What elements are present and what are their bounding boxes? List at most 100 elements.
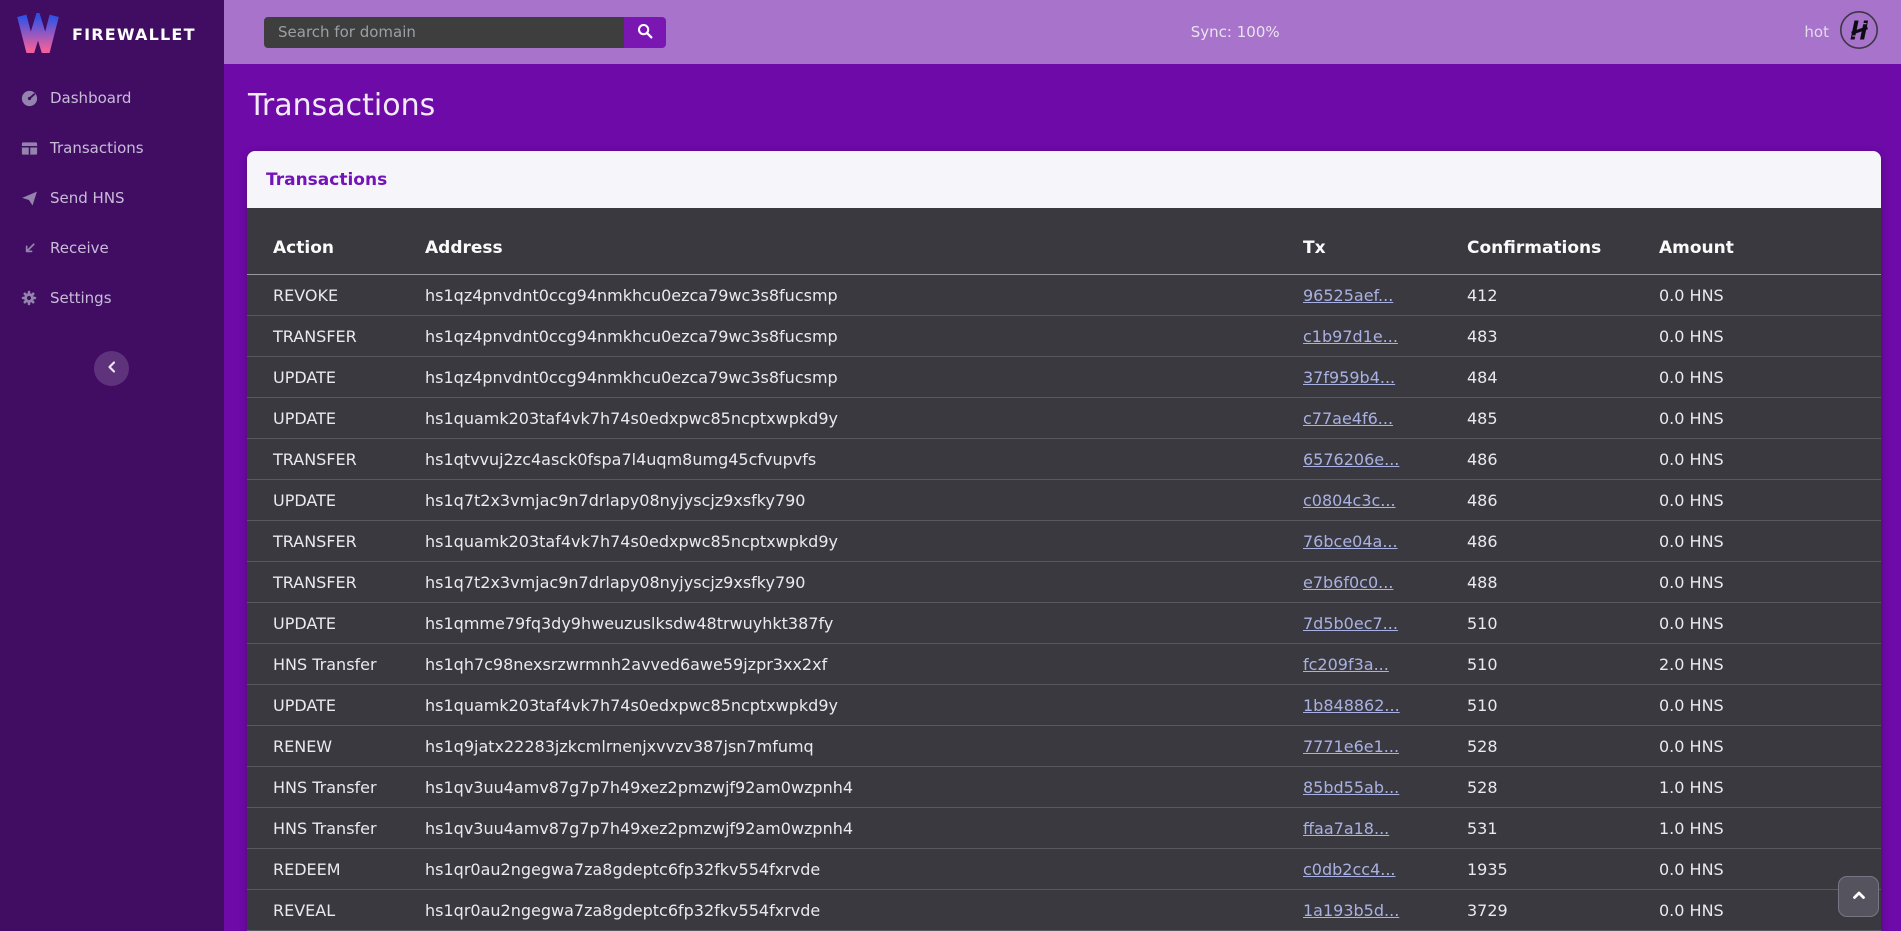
search-icon — [636, 22, 654, 43]
tx-cell: 7d5b0ec7... — [1303, 603, 1467, 644]
transaction-row: UPDATEhs1q7t2x3vmjac9n7drlapy08nyjyscjz9… — [247, 480, 1881, 521]
amount-cell: 0.0 HNS — [1659, 398, 1881, 439]
address-cell: hs1qz4pnvdnt0ccg94nmkhcu0ezca79wc3s8fucs… — [425, 357, 1303, 398]
confirmations-cell: 488 — [1467, 562, 1659, 603]
tx-link[interactable]: c1b97d1e... — [1303, 327, 1398, 346]
address-cell: hs1q7t2x3vmjac9n7drlapy08nyjyscjz9xsfky7… — [425, 562, 1303, 603]
amount-cell: 0.0 HNS — [1659, 275, 1881, 316]
amount-cell: 0.0 HNS — [1659, 316, 1881, 357]
tx-link[interactable]: ffaa7a18... — [1303, 819, 1389, 838]
transaction-row: TRANSFERhs1qtvvuj2zc4asck0fspa7l4uqm8umg… — [247, 439, 1881, 480]
action-cell: UPDATE — [247, 685, 425, 726]
action-cell: REVEAL — [247, 890, 425, 931]
tx-cell: fc209f3a... — [1303, 644, 1467, 685]
domain-search-input[interactable] — [264, 17, 624, 48]
tx-cell: c0db2cc4... — [1303, 849, 1467, 890]
sidebar-item-dashboard[interactable]: Dashboard — [0, 73, 224, 123]
tx-link[interactable]: 7771e6e1... — [1303, 737, 1399, 756]
tx-link[interactable]: c0db2cc4... — [1303, 860, 1396, 879]
tx-link[interactable]: 1b848862... — [1303, 696, 1400, 715]
tx-cell: ffaa7a18... — [1303, 808, 1467, 849]
tx-link[interactable]: 85bd55ab... — [1303, 778, 1399, 797]
tx-link[interactable]: 76bce04a... — [1303, 532, 1398, 551]
tx-link[interactable]: c0804c3c... — [1303, 491, 1396, 510]
transaction-row: REDEEMhs1qr0au2ngegwa7za8gdeptc6fp32fkv5… — [247, 849, 1881, 890]
topbar: Sync: 100% hot — [224, 0, 1901, 64]
amount-cell: 0.0 HNS — [1659, 521, 1881, 562]
tx-cell: c77ae4f6... — [1303, 398, 1467, 439]
tx-cell: 76bce04a... — [1303, 521, 1467, 562]
address-cell: hs1qz4pnvdnt0ccg94nmkhcu0ezca79wc3s8fucs… — [425, 316, 1303, 357]
action-cell: HNS Transfer — [247, 767, 425, 808]
amount-cell: 1.0 HNS — [1659, 767, 1881, 808]
action-cell: TRANSFER — [247, 316, 425, 357]
action-cell: UPDATE — [247, 603, 425, 644]
amount-cell: 2.0 HNS — [1659, 644, 1881, 685]
amount-cell: 0.0 HNS — [1659, 480, 1881, 521]
transaction-row: UPDATEhs1quamk203taf4vk7h74s0edxpwc85ncp… — [247, 398, 1881, 439]
sidebar-item-label: Receive — [50, 239, 109, 257]
address-cell: hs1qv3uu4amv87g7p7h49xez2pmzwjf92am0wzpn… — [425, 808, 1303, 849]
gear-icon — [18, 288, 40, 308]
transaction-row: UPDATEhs1qmme79fq3dy9hweuzuslksdw48trwuy… — [247, 603, 1881, 644]
brand: FIREWALLET — [0, 0, 224, 69]
confirmations-cell: 528 — [1467, 767, 1659, 808]
app-window: FIREWALLET Dashboard — [0, 0, 1901, 931]
wallet-selector[interactable]: hot — [1804, 10, 1879, 54]
transaction-row: REVEALhs1qr0au2ngegwa7za8gdeptc6fp32fkv5… — [247, 890, 1881, 931]
sidebar-item-send-hns[interactable]: Send HNS — [0, 173, 224, 223]
column-header-address: Address — [425, 208, 1303, 275]
sidebar-nav: Dashboard Transactions Send HNS — [0, 69, 224, 323]
transaction-row: RENEWhs1q9jatx22283jzkcmlrnenjxvvzv387js… — [247, 726, 1881, 767]
action-cell: TRANSFER — [247, 439, 425, 480]
tx-link[interactable]: e7b6f0c0... — [1303, 573, 1393, 592]
address-cell: hs1quamk203taf4vk7h74s0edxpwc85ncptxwpkd… — [425, 685, 1303, 726]
transaction-row: REVOKEhs1qz4pnvdnt0ccg94nmkhcu0ezca79wc3… — [247, 275, 1881, 316]
card-header: Transactions — [247, 151, 1881, 208]
transactions-table: Action Address Tx Confirmations Amount R… — [247, 208, 1881, 931]
address-cell: hs1qz4pnvdnt0ccg94nmkhcu0ezca79wc3s8fucs… — [425, 275, 1303, 316]
address-cell: hs1qv3uu4amv87g7p7h49xez2pmzwjf92am0wzpn… — [425, 767, 1303, 808]
action-cell: UPDATE — [247, 357, 425, 398]
action-cell: REVOKE — [247, 275, 425, 316]
sidebar-item-label: Settings — [50, 289, 112, 307]
sidebar-item-label: Dashboard — [50, 89, 131, 107]
action-cell: RENEW — [247, 726, 425, 767]
chevron-up-icon — [1849, 885, 1869, 908]
tx-link[interactable]: 1a193b5d... — [1303, 901, 1399, 920]
address-cell: hs1quamk203taf4vk7h74s0edxpwc85ncptxwpkd… — [425, 398, 1303, 439]
tx-link[interactable]: c77ae4f6... — [1303, 409, 1393, 428]
tx-cell: 1b848862... — [1303, 685, 1467, 726]
search-button[interactable] — [624, 17, 666, 48]
address-cell: hs1qr0au2ngegwa7za8gdeptc6fp32fkv554fxrv… — [425, 849, 1303, 890]
confirmations-cell: 510 — [1467, 685, 1659, 726]
tx-cell: 7771e6e1... — [1303, 726, 1467, 767]
tx-link[interactable]: 7d5b0ec7... — [1303, 614, 1398, 633]
tx-link[interactable]: 96525aef... — [1303, 286, 1393, 305]
confirmations-cell: 485 — [1467, 398, 1659, 439]
wallet-name: hot — [1804, 23, 1829, 41]
sidebar: FIREWALLET Dashboard — [0, 0, 224, 931]
sidebar-item-receive[interactable]: Receive — [0, 223, 224, 273]
tx-cell: 85bd55ab... — [1303, 767, 1467, 808]
handshake-logo-icon — [1839, 10, 1879, 54]
transaction-row: TRANSFERhs1quamk203taf4vk7h74s0edxpwc85n… — [247, 521, 1881, 562]
sidebar-item-label: Transactions — [50, 139, 144, 157]
tx-link[interactable]: fc209f3a... — [1303, 655, 1389, 674]
confirmations-cell: 483 — [1467, 316, 1659, 357]
sidebar-item-transactions[interactable]: Transactions — [0, 123, 224, 173]
sync-status: Sync: 100% — [1191, 23, 1280, 41]
tx-link[interactable]: 37f959b4... — [1303, 368, 1395, 387]
transaction-row: UPDATEhs1qz4pnvdnt0ccg94nmkhcu0ezca79wc3… — [247, 357, 1881, 398]
sidebar-item-settings[interactable]: Settings — [0, 273, 224, 323]
amount-cell: 0.0 HNS — [1659, 726, 1881, 767]
action-cell: REDEEM — [247, 849, 425, 890]
tx-link[interactable]: 6576206e... — [1303, 450, 1399, 469]
column-header-action: Action — [247, 208, 425, 275]
sidebar-collapse-button[interactable] — [94, 351, 129, 386]
transaction-row: TRANSFERhs1q7t2x3vmjac9n7drlapy08nyjyscj… — [247, 562, 1881, 603]
scroll-to-top-button[interactable] — [1838, 876, 1879, 917]
amount-cell: 1.0 HNS — [1659, 808, 1881, 849]
tx-cell: 6576206e... — [1303, 439, 1467, 480]
tx-cell: 37f959b4... — [1303, 357, 1467, 398]
